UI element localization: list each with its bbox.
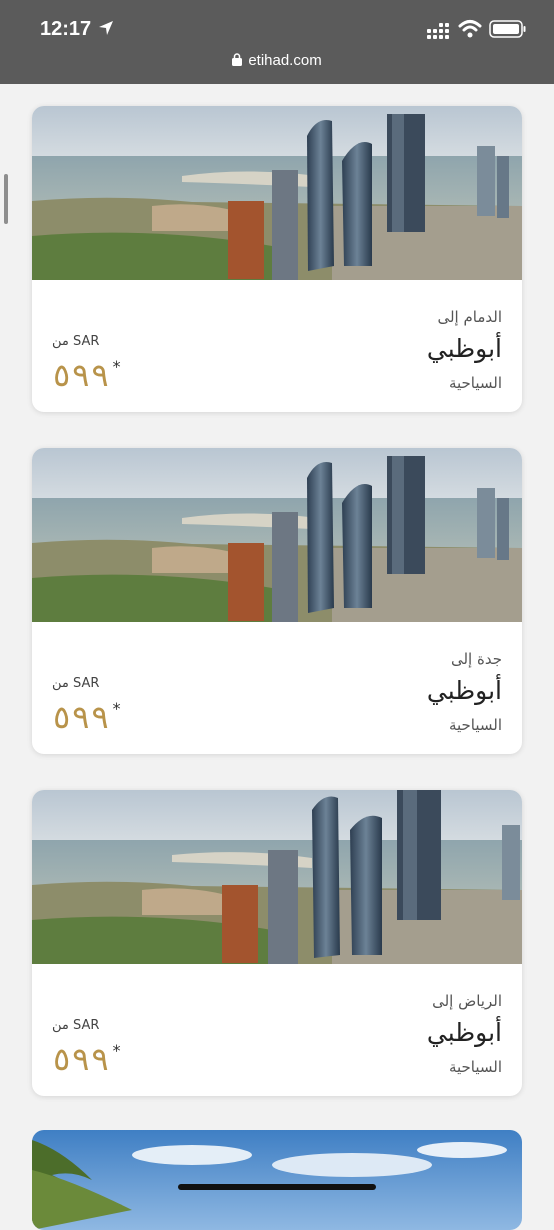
location-arrow-icon (99, 21, 113, 35)
offer-card[interactable] (32, 1130, 522, 1230)
price-asterisk: * (111, 699, 122, 718)
fare-price: ٥٩٩ * (52, 1040, 122, 1078)
fare-price: ٥٩٩ * (52, 356, 122, 394)
price-from-label: من SAR (52, 676, 100, 691)
cabin-class: السياحية (448, 374, 502, 392)
abu-dhabi-skyline-image (32, 448, 522, 622)
scroll-indicator[interactable] (4, 174, 8, 224)
cabin-class: السياحية (448, 716, 502, 734)
route-label: الرياض إلى (432, 992, 502, 1010)
browser-status-bar: 12:17 etihad.com (0, 0, 554, 84)
price-from-label: من SAR (52, 334, 100, 349)
tropical-beach-image (32, 1130, 522, 1230)
price-asterisk: * (111, 1041, 122, 1060)
destination-city: أبوظبي (426, 676, 502, 705)
address-bar[interactable]: etihad.com (0, 52, 554, 69)
offer-card[interactable]: جدة إلى أبوظبي السياحية من SAR ٥٩٩ * (32, 448, 522, 754)
cabin-class: السياحية (448, 1058, 502, 1076)
price-from-label: من SAR (52, 1018, 100, 1033)
route-label: الدمام إلى (437, 308, 502, 326)
lock-icon (232, 53, 243, 66)
abu-dhabi-skyline-image (32, 790, 522, 964)
wifi-icon (458, 20, 482, 38)
cellular-signal-icon (427, 23, 449, 39)
url-text: etihad.com (248, 52, 322, 69)
offer-card[interactable]: الرياض إلى أبوظبي السياحية من SAR ٥٩٩ * (32, 790, 522, 1096)
destination-city: أبوظبي (426, 1018, 502, 1047)
home-indicator[interactable] (178, 1184, 376, 1190)
fare-price: ٥٩٩ * (52, 698, 122, 736)
abu-dhabi-skyline-image (32, 106, 522, 280)
destination-city: أبوظبي (426, 334, 502, 363)
route-label: جدة إلى (450, 650, 502, 668)
price-asterisk: * (111, 357, 122, 376)
battery-icon (489, 20, 526, 38)
offer-card[interactable]: الدمام إلى أبوظبي السياحية من SAR ٥٩٩ * (32, 106, 522, 412)
clock: 12:17 (40, 18, 92, 40)
